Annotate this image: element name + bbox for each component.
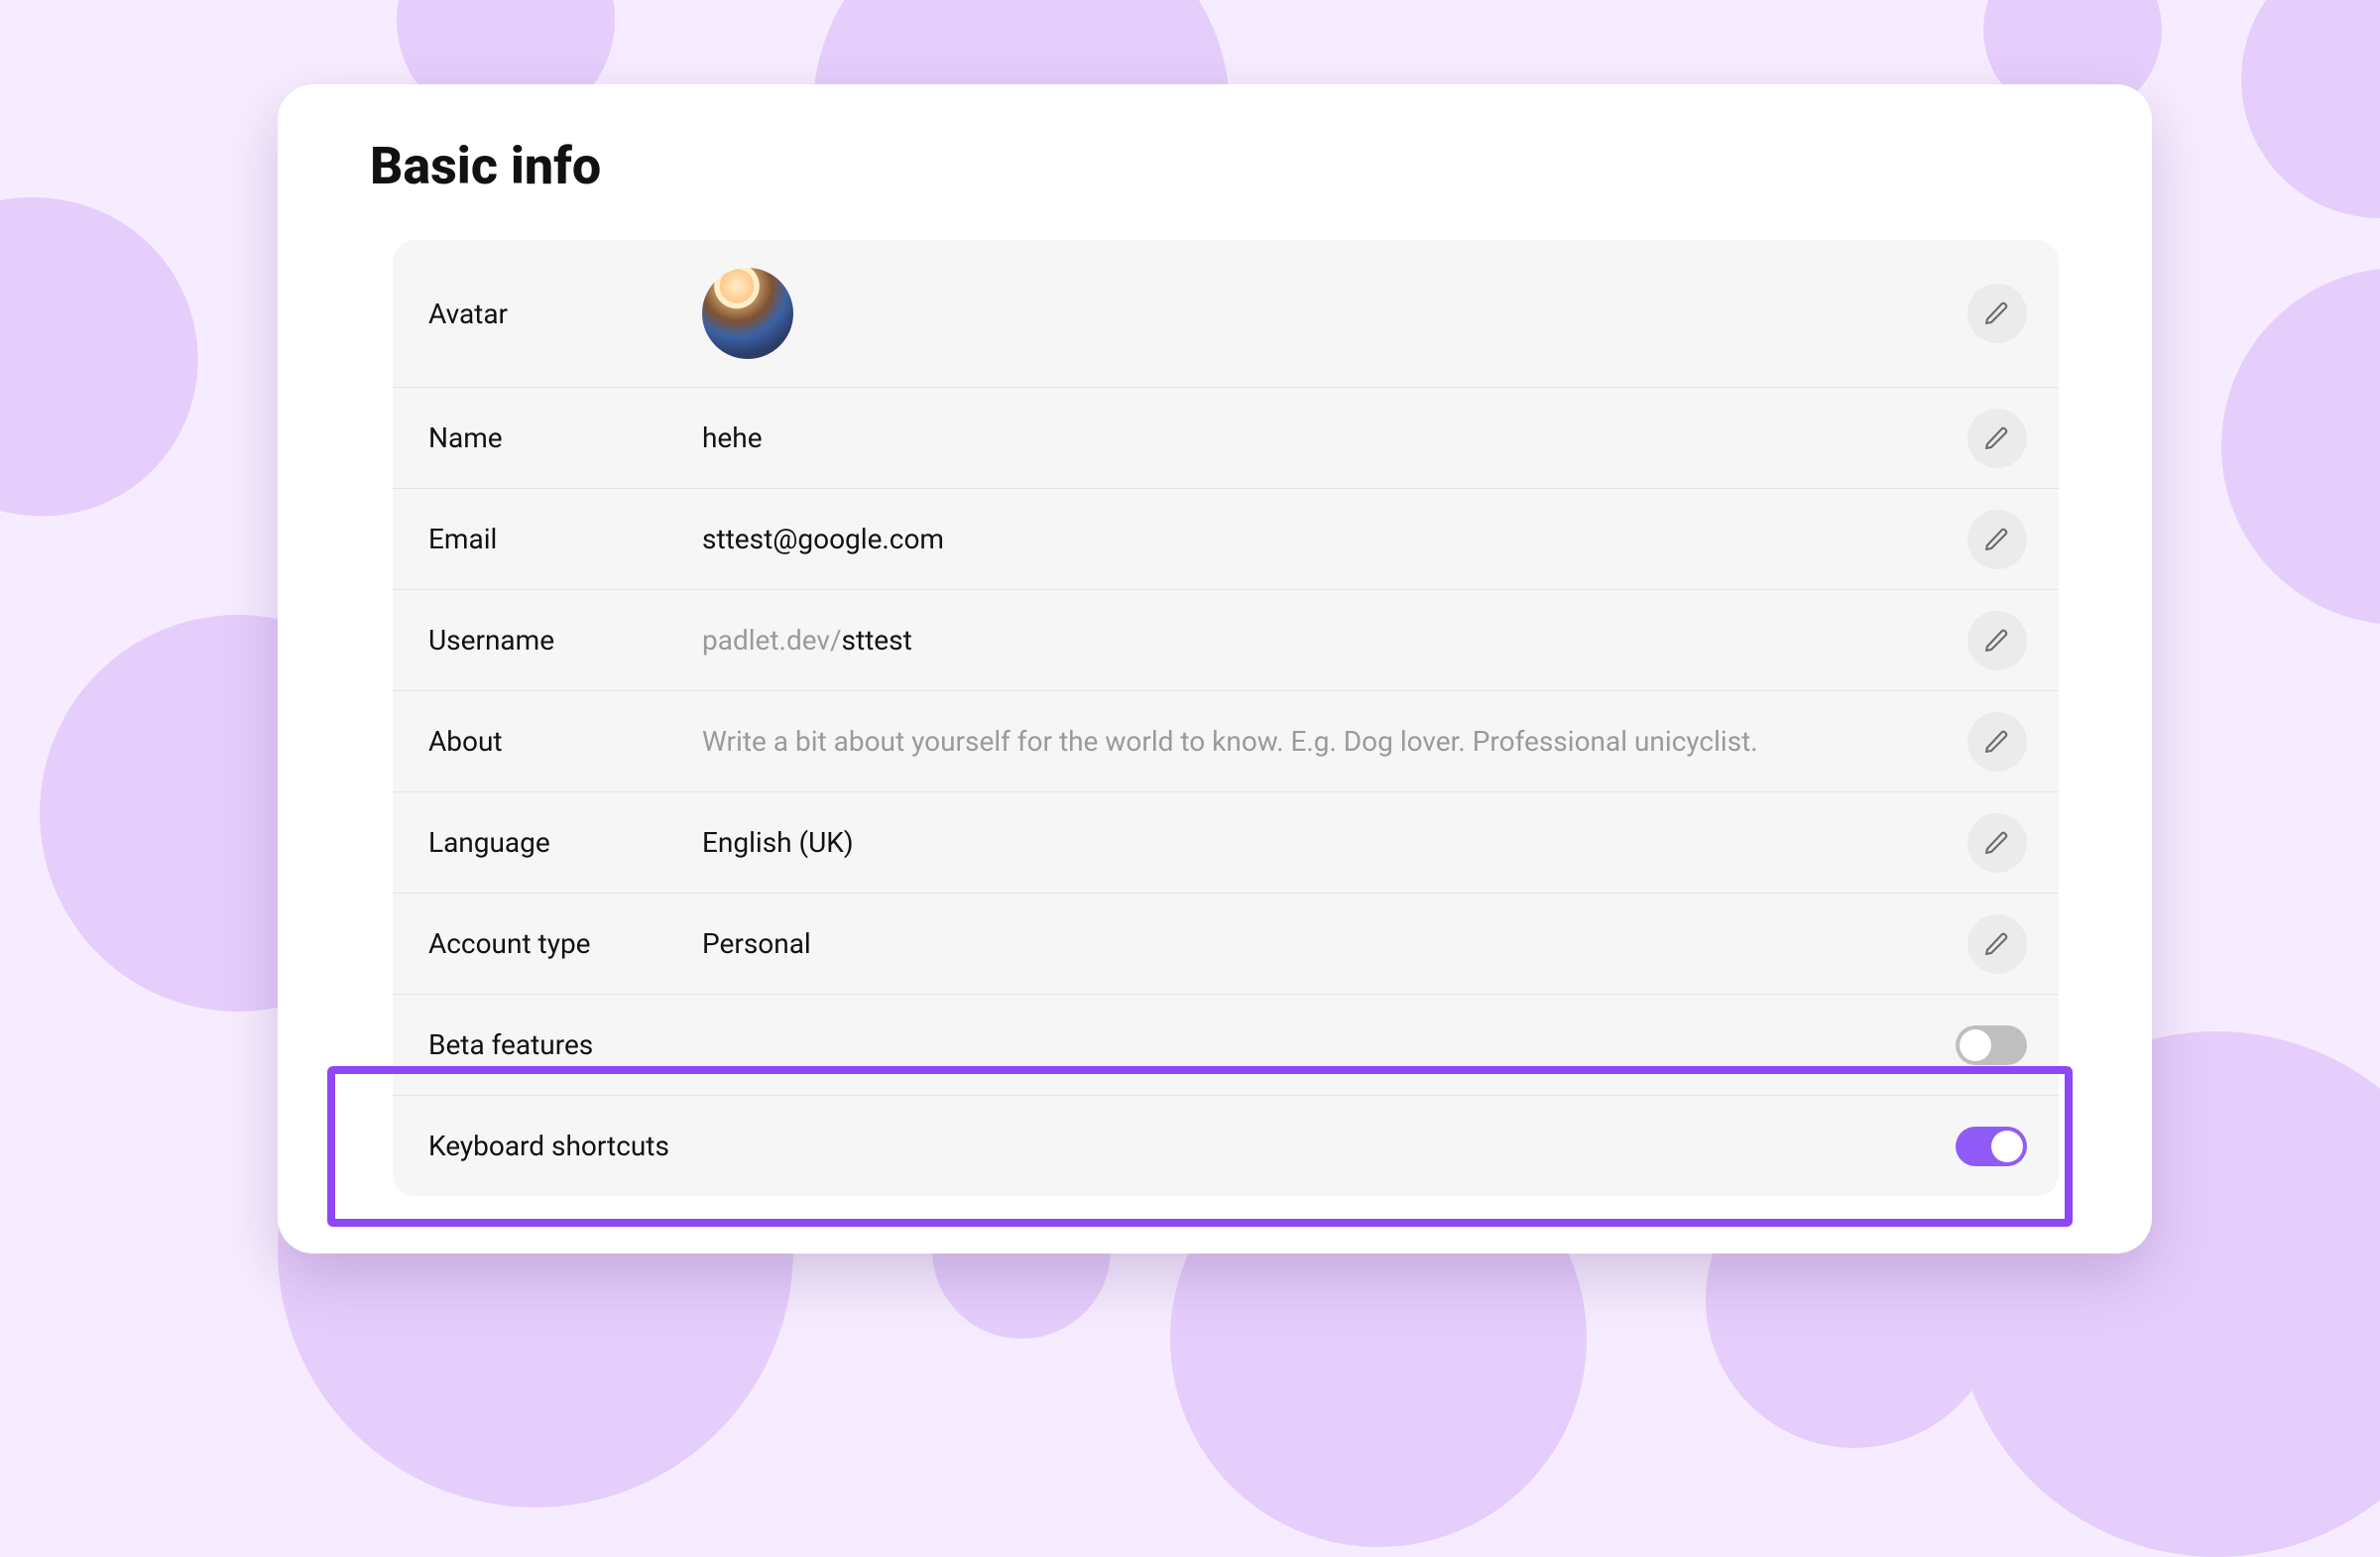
decorative-blob bbox=[0, 178, 219, 536]
row-label-name: Name bbox=[428, 421, 702, 454]
row-label-avatar: Avatar bbox=[428, 298, 702, 330]
row-username: Username padlet.dev/sttest bbox=[393, 589, 2059, 690]
basic-info-card: Basic info Avatar Name hehe Email sttest… bbox=[278, 84, 2152, 1254]
avatar bbox=[702, 268, 793, 359]
username-value: sttest bbox=[842, 624, 912, 657]
username-prefix: padlet.dev/ bbox=[702, 624, 842, 657]
row-label-beta: Beta features bbox=[428, 1028, 1956, 1061]
row-label-about: About bbox=[428, 725, 702, 758]
row-label-language: Language bbox=[428, 826, 702, 859]
settings-panel: Avatar Name hehe Email sttest@google.com… bbox=[393, 240, 2059, 1196]
decorative-blob bbox=[2221, 268, 2380, 625]
row-about: About Write a bit about yourself for the… bbox=[393, 690, 2059, 791]
pencil-icon bbox=[1984, 527, 2010, 552]
row-label-email: Email bbox=[428, 523, 702, 555]
pencil-icon bbox=[1984, 300, 2010, 326]
row-keyboard-shortcuts: Keyboard shortcuts bbox=[393, 1095, 2059, 1196]
row-label-account: Account type bbox=[428, 927, 702, 960]
edit-account-button[interactable] bbox=[1967, 914, 2027, 974]
decorative-blob bbox=[2241, 0, 2380, 218]
keyboard-shortcuts-toggle[interactable] bbox=[1956, 1127, 2027, 1166]
row-avatar: Avatar bbox=[393, 240, 2059, 387]
row-value-language: English (UK) bbox=[702, 826, 1967, 859]
row-value-username: padlet.dev/sttest bbox=[702, 624, 1967, 657]
edit-name-button[interactable] bbox=[1967, 409, 2027, 468]
row-label-keyboard: Keyboard shortcuts bbox=[428, 1130, 1956, 1162]
row-beta-features: Beta features bbox=[393, 994, 2059, 1095]
edit-language-button[interactable] bbox=[1967, 813, 2027, 873]
row-name: Name hehe bbox=[393, 387, 2059, 488]
row-value-name: hehe bbox=[702, 421, 1967, 454]
row-value-email: sttest@google.com bbox=[702, 523, 1967, 555]
pencil-icon bbox=[1984, 931, 2010, 957]
edit-email-button[interactable] bbox=[1967, 510, 2027, 569]
edit-about-button[interactable] bbox=[1967, 712, 2027, 772]
edit-username-button[interactable] bbox=[1967, 611, 2027, 670]
page-title: Basic info bbox=[370, 136, 2104, 196]
beta-features-toggle[interactable] bbox=[1956, 1025, 2027, 1065]
pencil-icon bbox=[1984, 425, 2010, 451]
row-value-about: Write a bit about yourself for the world… bbox=[702, 725, 1967, 758]
row-label-username: Username bbox=[428, 624, 702, 657]
pencil-icon bbox=[1984, 628, 2010, 654]
edit-avatar-button[interactable] bbox=[1967, 284, 2027, 343]
row-value-avatar bbox=[702, 268, 1967, 359]
row-email: Email sttest@google.com bbox=[393, 488, 2059, 589]
row-account-type: Account type Personal bbox=[393, 893, 2059, 994]
row-value-account: Personal bbox=[702, 927, 1967, 960]
pencil-icon bbox=[1984, 729, 2010, 755]
pencil-icon bbox=[1984, 830, 2010, 856]
row-language: Language English (UK) bbox=[393, 791, 2059, 893]
